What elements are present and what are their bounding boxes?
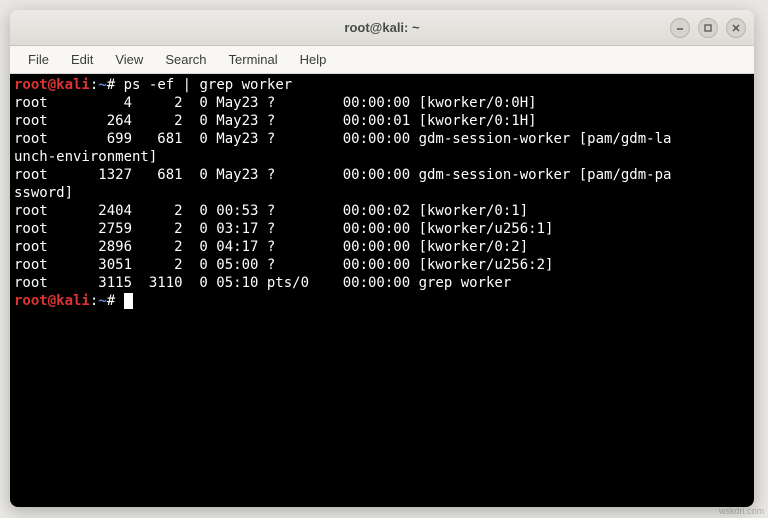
output-line: unch-environment]	[14, 148, 750, 166]
output-line: root 2404 2 0 00:53 ? 00:00:02 [kworker/…	[14, 202, 750, 220]
prompt-user-host: root@kali	[14, 293, 90, 309]
window-title: root@kali: ~	[344, 20, 419, 35]
menu-terminal[interactable]: Terminal	[219, 49, 288, 70]
titlebar: root@kali: ~	[10, 10, 754, 46]
output-line: root 3115 3110 0 05:10 pts/0 00:00:00 gr…	[14, 274, 750, 292]
output-line: root 2896 2 0 04:17 ? 00:00:00 [kworker/…	[14, 238, 750, 256]
maximize-button[interactable]	[698, 18, 718, 38]
prompt-line: root@kali:~# ps -ef | grep worker	[14, 76, 750, 94]
prompt-path: ~	[98, 293, 106, 309]
prompt-symbol: #	[107, 293, 115, 309]
output-line: ssword]	[14, 184, 750, 202]
minimize-button[interactable]	[670, 18, 690, 38]
menu-search[interactable]: Search	[155, 49, 216, 70]
prompt-symbol: #	[107, 77, 115, 93]
prompt-line: root@kali:~#	[14, 292, 750, 310]
menubar: File Edit View Search Terminal Help	[10, 46, 754, 74]
output-line: root 699 681 0 May23 ? 00:00:00 gdm-sess…	[14, 130, 750, 148]
menu-edit[interactable]: Edit	[61, 49, 103, 70]
menu-view[interactable]: View	[105, 49, 153, 70]
output-line: root 4 2 0 May23 ? 00:00:00 [kworker/0:0…	[14, 94, 750, 112]
close-button[interactable]	[726, 18, 746, 38]
menu-help[interactable]: Help	[290, 49, 337, 70]
terminal-window: root@kali: ~ File Edit View Search Termi…	[10, 10, 754, 507]
output-line: root 3051 2 0 05:00 ? 00:00:00 [kworker/…	[14, 256, 750, 274]
output-line: root 2759 2 0 03:17 ? 00:00:00 [kworker/…	[14, 220, 750, 238]
output-line: root 1327 681 0 May23 ? 00:00:00 gdm-ses…	[14, 166, 750, 184]
menu-file[interactable]: File	[18, 49, 59, 70]
command-text: ps -ef | grep worker	[124, 77, 293, 93]
output-line: root 264 2 0 May23 ? 00:00:01 [kworker/0…	[14, 112, 750, 130]
watermark: wskdri.com	[719, 506, 764, 516]
window-controls	[670, 18, 746, 38]
prompt-path: ~	[98, 77, 106, 93]
terminal-viewport[interactable]: root@kali:~# ps -ef | grep workerroot 4 …	[10, 74, 754, 507]
prompt-user-host: root@kali	[14, 77, 90, 93]
cursor	[124, 293, 133, 309]
